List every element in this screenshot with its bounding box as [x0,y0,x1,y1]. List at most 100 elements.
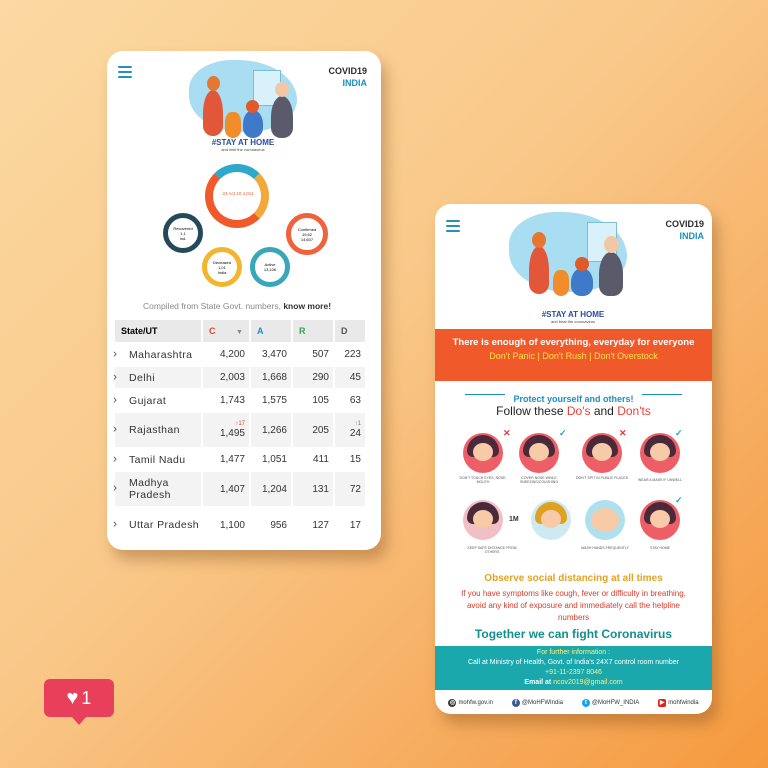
cell-value: 17 [349,519,361,531]
cell-value: 1,100 [219,519,245,531]
do-icon: ✓ [675,495,683,505]
cell-c: 2,003 [203,367,249,388]
follow-and: and [590,404,618,418]
delta-value: ↑17 [235,421,245,427]
cell-a: 1,204 [251,472,291,506]
cell-value: 24 [349,428,361,439]
table-row[interactable]: › Gujarat 1,743 1,575 105 63 [113,390,365,411]
menu-icon[interactable] [118,66,132,78]
cell-c: 4,200 [203,344,249,365]
sort-down-icon[interactable]: ▼ [236,329,243,336]
stay-home-illustration [505,210,631,310]
chevron-right-icon[interactable]: › [113,369,123,383]
header-state[interactable]: State/UT [115,320,201,342]
footer-twitter[interactable]: t @MoHFW_INDIA [581,699,639,707]
state-name-cell: › Tamil Nadu [113,449,201,470]
stay-home-illustration [183,56,303,146]
state-name-cell: › Maharashtra [113,344,201,365]
footer-label: mohfwindia [668,700,699,706]
cell-r: 507 [293,344,333,365]
follow-dos: Do's [566,404,591,418]
social-footer: ◎ mohfw.gov.in f @MoHFWIndia t @MoHFW_INDIA… [435,692,712,714]
social-distancing: Observe social distancing at all times [484,573,663,584]
hero-subtext: and beat the coronavirus [550,319,596,324]
node-sub: Ind. [179,235,187,241]
do-icon: ✓ [675,428,683,438]
phone-dashboard: COVID19 INDIA #STAY AT HOME and limit th… [107,51,381,550]
cell-value: 63 [349,395,361,406]
cell-a: 1,266 [251,413,291,447]
table-row[interactable]: › Madhya Pradesh 1,407 1,204 131 72 [113,472,365,506]
brand-line1: COVID19 [328,66,367,76]
cell-a: 1,575 [251,390,291,411]
chevron-right-icon[interactable]: › [113,346,123,360]
panic-banner: There is enough of everything, everyday … [435,329,712,381]
follow-pre: Follow these [496,404,567,418]
cell-c: 1,100 [203,508,249,542]
cell-value: 956 [270,519,287,531]
tip-caption: COVER NOSE WHILE SNEEZING/COUGHING [519,476,559,484]
table-row[interactable]: › Rajasthan ↑17 1,495 1,266 205 ↑1 24 [113,413,365,447]
state-name-cell: › Uttar Pradesh [113,508,201,542]
tip-illustration-7 [640,500,680,540]
twitter-icon: t [581,699,590,707]
cell-d: 223 [335,344,365,365]
contact-head: For further information : [536,649,611,656]
contact-line: Call at Ministry of Health, Govt. of Ind… [467,659,680,666]
cell-a: 956 [251,508,291,542]
chevron-right-icon[interactable]: › [113,451,123,465]
header-confirmed[interactable]: C ▼ [203,320,249,342]
protect-text: Protect yourself and others! [513,394,634,404]
cell-d: 72 [335,472,365,506]
youtube-icon: ▶ [658,699,667,707]
cell-value: 15 [349,454,361,465]
hero-tagline: #STAY AT HOME and beat the coronavirus [523,310,623,324]
recovered-node: Recovered 1,1 Ind. [163,213,203,253]
delta-value: ↑1 [354,421,361,427]
table-row[interactable]: › Delhi 2,003 1,668 290 45 [113,367,365,388]
brand: COVID19 INDIA [665,218,704,242]
cell-value: 1,477 [219,454,245,465]
tip-caption: STAY HOME [649,546,671,550]
footer-label: mohfw.gov.in [458,700,494,706]
contact-email[interactable]: ncov2019@gmail.com [553,679,622,686]
brand: COVID19 INDIA [328,65,367,89]
chevron-right-icon[interactable]: › [113,422,123,436]
table-row[interactable]: › Maharashtra 4,200 3,470 507 223 [113,344,365,365]
cell-r: 105 [293,390,333,411]
state-name: Madhya Pradesh [129,477,171,501]
footer-youtube[interactable]: ▶ mohfwindia [658,699,699,707]
tip-caption: DON'T SPIT IN PUBLIC PLACES [575,476,629,480]
header-active[interactable]: A [251,320,291,342]
footer-website[interactable]: ◎ mohfw.gov.in [448,699,493,707]
know-more-link[interactable]: know more! [283,301,331,311]
brand-line2: INDIA [679,231,705,241]
header-recovered[interactable]: R [293,320,333,342]
chevron-right-icon[interactable]: › [113,481,123,495]
tip-illustration-2 [519,433,559,473]
cell-value: 1,743 [219,395,245,406]
cell-d: ↑1 24 [335,413,365,447]
contact-number[interactable]: +91-11-2397 8046 [435,668,712,678]
cell-value: 1,051 [261,454,287,465]
table-row[interactable]: › Tamil Nadu 1,477 1,051 411 15 [113,449,365,470]
deceased-node: Deceased 1,01 India [202,247,242,287]
chevron-right-icon[interactable]: › [113,392,123,406]
cell-value: 507 [312,349,329,360]
footer-label: @MoHFWIndia [521,700,563,706]
menu-icon[interactable] [446,220,460,232]
state-name: Rajasthan [129,424,180,436]
cell-c: 1,477 [203,449,249,470]
cell-d: 17 [335,508,365,542]
cell-value: 411 [313,454,329,465]
header-deceased[interactable]: D [335,320,365,342]
footer-facebook[interactable]: f @MoHFWIndia [511,699,563,707]
cell-value: 131 [312,483,329,495]
brand-line2: INDIA [342,78,368,88]
table-row[interactable]: › Uttar Pradesh 1,100 956 127 17 [113,508,365,542]
like-notification[interactable]: ♥ 1 [44,679,114,725]
cell-value: 290 [312,372,329,383]
node-value: 13,106 [263,267,277,272]
facebook-icon: f [511,699,520,707]
chevron-right-icon[interactable]: › [113,517,123,531]
